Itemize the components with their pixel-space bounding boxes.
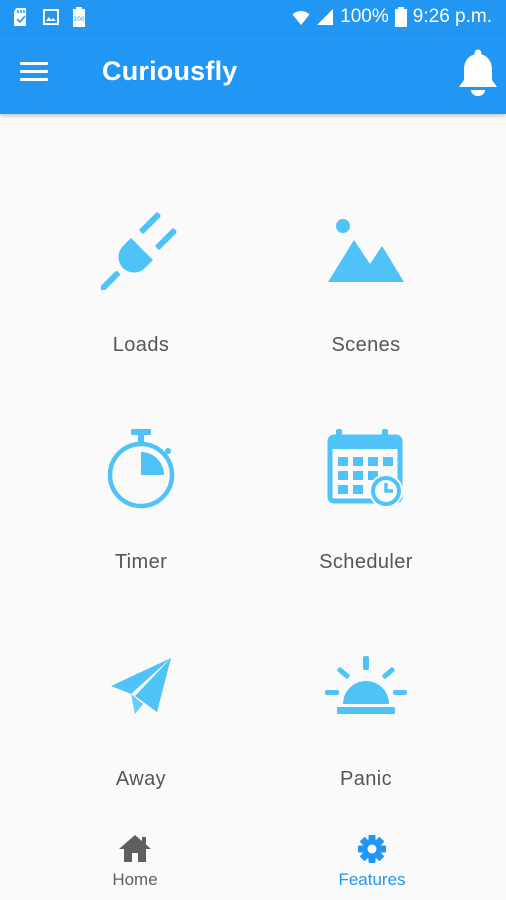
landscape-icon [328, 219, 404, 282]
signal-icon [317, 9, 334, 25]
image-icon [43, 9, 59, 25]
svg-text:100: 100 [73, 16, 85, 23]
feature-label: Away [115, 768, 167, 790]
feature-label: Loads [112, 334, 170, 356]
feature-loads[interactable]: Loads [41, 200, 241, 400]
bottom-navigation: Home Features [0, 822, 506, 900]
feature-label: Scheduler [319, 551, 413, 573]
feature-scheduler[interactable]: Scheduler [266, 417, 466, 617]
notification-icons: 100 [12, 7, 86, 27]
nav-label: Features [338, 870, 406, 889]
feature-timer[interactable]: Timer [41, 417, 241, 617]
gear-icon [358, 835, 386, 863]
feature-label: Scenes [331, 334, 401, 356]
battery-icon [394, 7, 407, 27]
bell-icon [459, 49, 497, 96]
sd-card-icon [14, 8, 26, 26]
menu-icon-bar [20, 78, 48, 81]
nav-label: Home [112, 870, 158, 889]
nav-features[interactable]: Features [302, 822, 442, 892]
app-bar: Curiousfly [0, 34, 506, 114]
feature-label: Timer [114, 551, 168, 573]
nav-home[interactable]: Home [65, 822, 205, 892]
battery-percent: 100% [340, 6, 389, 27]
system-status: 100% 9:26 p.m. [292, 6, 492, 28]
home-icon [119, 835, 151, 862]
feature-scenes[interactable]: Scenes [266, 200, 466, 400]
menu-icon-bar [20, 62, 48, 65]
feature-away[interactable]: Away [41, 634, 241, 834]
menu-button[interactable] [20, 62, 50, 84]
stopwatch-icon [107, 429, 175, 509]
plug-icon [101, 212, 177, 290]
menu-icon-bar [20, 70, 48, 73]
feature-panic[interactable]: Panic [266, 634, 466, 834]
feature-label: Panic [339, 768, 393, 790]
alarm-light-icon [325, 656, 407, 714]
notifications-button[interactable] [456, 48, 500, 100]
battery-small-icon: 100 [73, 7, 85, 27]
status-bar: 100 100% 9:26 p.m. [0, 0, 506, 34]
paper-plane-icon [111, 658, 171, 714]
wifi-icon [292, 10, 310, 25]
clock: 9:26 p.m. [412, 6, 492, 27]
calendar-clock-icon [327, 429, 403, 508]
app-title: Curiousfly [102, 56, 238, 86]
